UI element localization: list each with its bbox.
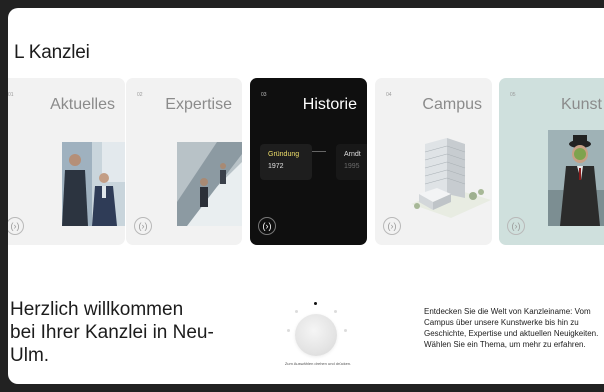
card-aktuelles[interactable]: 01 Aktuelles (›) [8,78,125,245]
business-people-image [62,142,125,226]
card-open-button[interactable]: (›) [8,217,24,235]
card-title: Campus [422,96,482,113]
kiosk-screen: L Kanzlei 01 Aktuelles (›) 02 Expertise [8,8,604,384]
card-open-button[interactable]: (›) [383,217,401,235]
card-kunst[interactable]: 05 Kunst (›) [499,78,604,245]
card-open-button[interactable]: (›) [134,217,152,235]
staircase-image [177,142,242,226]
card-open-button[interactable]: (›) [258,217,276,235]
timeline-connector [312,151,326,152]
card-number: 03 [261,92,267,98]
card-title: Kunst [561,96,602,113]
timeline-year: 1972 [268,163,284,170]
timeline-item-arndt[interactable]: Arndt 1995 [336,144,367,180]
dial-indicator-active [314,302,317,305]
card-title: Expertise [165,96,232,113]
card-expertise[interactable]: 02 Expertise (›) [126,78,242,245]
card-number: 05 [510,92,516,98]
intro-text: Entdecken Sie die Welt von Kanzleiname: … [424,307,599,349]
dial-indicator [344,329,347,332]
dial-indicator [295,310,298,313]
card-historie[interactable]: 03 Historie Gründung 1972 Arndt 1995 (›) [250,78,367,245]
card-campus[interactable]: 04 Campus (›) [375,78,492,245]
card-number: 02 [137,92,143,98]
timeline-label: Arndt [344,151,361,158]
dial-hint: Zum Auswählen drehen und drücken. [284,361,352,366]
campus-building-image [411,138,491,218]
card-title: Historie [302,96,357,113]
timeline-label: Gründung [268,151,300,158]
page-title: L Kanzlei [14,42,90,63]
card-number: 04 [386,92,392,98]
dial-indicator [334,310,337,313]
welcome-heading: Herzlich willkommen bei Ihrer Kanzlei in… [10,299,214,366]
dial-indicator [287,329,290,332]
painting-image [548,130,604,226]
card-number: 01 [8,92,14,98]
timeline-item-founding[interactable]: Gründung 1972 [260,144,312,180]
card-title: Aktuelles [50,96,115,113]
timeline-year: 1995 [344,163,360,170]
rotary-knob[interactable] [295,314,337,356]
card-open-button[interactable]: (›) [507,217,525,235]
